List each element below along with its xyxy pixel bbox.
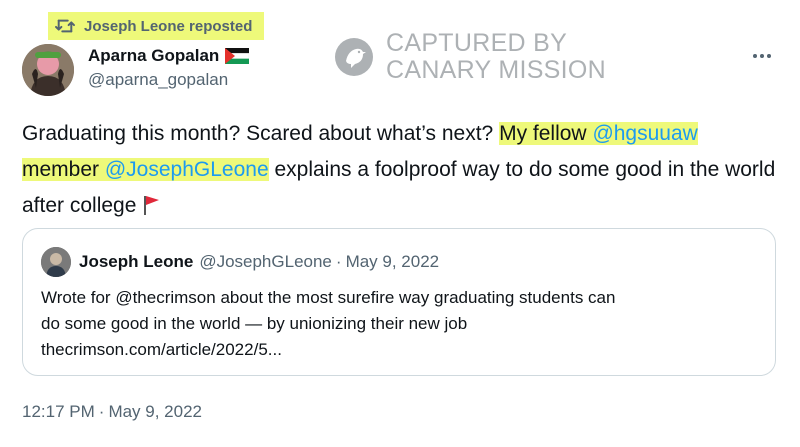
quoted-line-1: Wrote for @thecrimson about the most sur…	[41, 288, 616, 307]
quoted-author-handle[interactable]: @JosephGLeone	[199, 252, 332, 272]
watermark-line-1: CAPTURED BY	[386, 29, 568, 57]
author-name[interactable]: Aparna Gopalan	[88, 46, 219, 66]
tweet-text: Graduating this month? Scared about what…	[22, 116, 782, 224]
quoted-separator: ·	[335, 252, 342, 271]
watermark: CAPTURED BY CANARY MISSION	[334, 30, 606, 84]
quoted-tweet-body: Wrote for @thecrimson about the most sur…	[41, 285, 761, 363]
author-avatar[interactable]	[22, 44, 74, 96]
watermark-line-2: CANARY MISSION	[386, 56, 606, 84]
repost-indicator[interactable]: Joseph Leone reposted	[48, 12, 265, 40]
tweet-text-part-1: Graduating this month? Scared about what…	[22, 122, 500, 145]
canary-logo-icon	[335, 38, 373, 76]
timestamp-date: May 9, 2022	[108, 402, 202, 421]
repost-label: Joseph Leone reposted	[84, 17, 253, 35]
timestamp-time: 12:17 PM	[22, 402, 95, 421]
mention-hgsuuaw[interactable]: @hgsuuaw	[592, 122, 697, 145]
more-options-icon[interactable]	[750, 48, 774, 64]
highlight-1: My fellow @hgsuuaw	[499, 122, 698, 145]
highlight-2: member @JosephGLeone	[22, 158, 269, 181]
quoted-tweet-header: Joseph Leone @JosephGLeone · May 9, 2022	[41, 247, 439, 277]
quoted-author-avatar[interactable]	[41, 247, 71, 277]
tweet-timestamp[interactable]: 12:17 PM · May 9, 2022	[22, 402, 206, 422]
timestamp-separator: ·	[98, 402, 105, 421]
red-flag-icon	[144, 196, 160, 215]
tweet-text-member: member	[22, 158, 105, 181]
palestine-flag-icon	[225, 48, 250, 64]
quoted-line-3: thecrimson.com/article/2022/5...	[41, 340, 282, 359]
quoted-line-2: do some good in the world — by unionizin…	[41, 314, 468, 333]
author-block[interactable]: Aparna Gopalan @aparna_gopalan	[88, 46, 250, 90]
mention-josephgleone[interactable]: @JosephGLeone	[105, 158, 269, 181]
quoted-date[interactable]: May 9, 2022	[346, 252, 440, 272]
repost-icon	[55, 19, 75, 33]
quoted-tweet[interactable]: Joseph Leone @JosephGLeone · May 9, 2022…	[22, 228, 776, 376]
tweet-text-fellow: My fellow	[499, 122, 593, 145]
quoted-author-name[interactable]: Joseph Leone	[79, 252, 193, 272]
author-handle[interactable]: @aparna_gopalan	[88, 70, 249, 90]
